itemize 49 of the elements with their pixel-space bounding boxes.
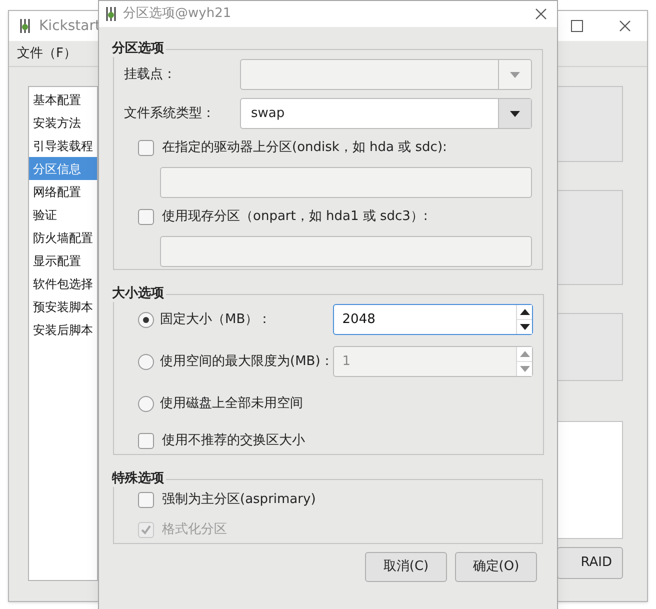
sidebar-item[interactable]: 安装后脚本 [29,318,97,341]
dialog-button[interactable]: 取消(C) [365,552,447,582]
dropdown[interactable]: swap [240,98,532,129]
sidebar-item[interactable]: 防火墙配置 [29,226,97,249]
close-icon[interactable] [535,8,547,20]
spin-box[interactable]: 2048 [333,304,534,335]
window-title: Kickstart [39,16,100,36]
menu-item[interactable]: 文件（F） [17,44,76,64]
checkbox-label: 使用现存分区（onpart，如 hda1 或 sdc3）: [162,209,428,225]
sidebar-item[interactable]: 网络配置 [29,180,97,203]
sidebar-item[interactable]: 预安装脚本 [29,295,97,318]
section-title: 特殊选项 [112,471,165,487]
radio-button[interactable] [138,396,154,412]
section-title: 大小选项 [112,286,165,302]
sidebar-item[interactable]: 引导装载程 [29,134,97,157]
dialog-title: 分区选项@wyh21 [123,5,232,24]
field-label: 文件系统类型： [124,106,216,122]
app-icon [19,18,31,34]
up-arrow-icon [520,351,530,357]
caret-icon [510,72,520,78]
app-icon [105,6,117,22]
close-icon[interactable] [619,20,631,32]
down-arrow-icon [520,366,530,372]
sidebar-item[interactable]: 显示配置 [29,249,97,272]
sidebar-item[interactable]: 基本配置 [29,88,97,111]
sidebar-item[interactable]: 验证 [29,203,97,226]
checkbox-label: 使用不推荐的交换区大小 [162,433,305,449]
section-title: 分区选项 [112,41,165,57]
sidebar-item[interactable]: 安装方法 [29,111,97,134]
radio-label: 固定大小（MB）： [160,312,272,328]
checkbox[interactable] [138,140,154,156]
radio-button[interactable] [138,354,154,370]
radio-label: 使用空间的最大限度为(MB)： [160,354,334,370]
down-arrow-icon [520,324,530,330]
checkbox-label: 强制为主分区(asprimary) [162,492,316,508]
field-label: 挂载点： [124,66,177,82]
up-arrow-icon [520,309,530,315]
dialog-button[interactable]: 确定(O) [455,552,537,582]
maximize-icon[interactable] [571,20,583,32]
radio-button[interactable] [138,312,154,328]
sidebar-item[interactable]: 软件包选择 [29,272,97,295]
caret-icon [510,110,520,116]
checkbox-label: 在指定的驱动器上分区(ondisk，如 hda 或 sdc): [162,140,447,156]
checkbox-label: 格式化分区 [162,522,227,538]
checkbox[interactable] [138,433,154,449]
checkbox[interactable] [138,209,154,225]
radio-label: 使用磁盘上全部未用空间 [160,396,304,412]
raid-button[interactable]: RAID [557,547,623,579]
checkbox[interactable] [138,492,154,508]
